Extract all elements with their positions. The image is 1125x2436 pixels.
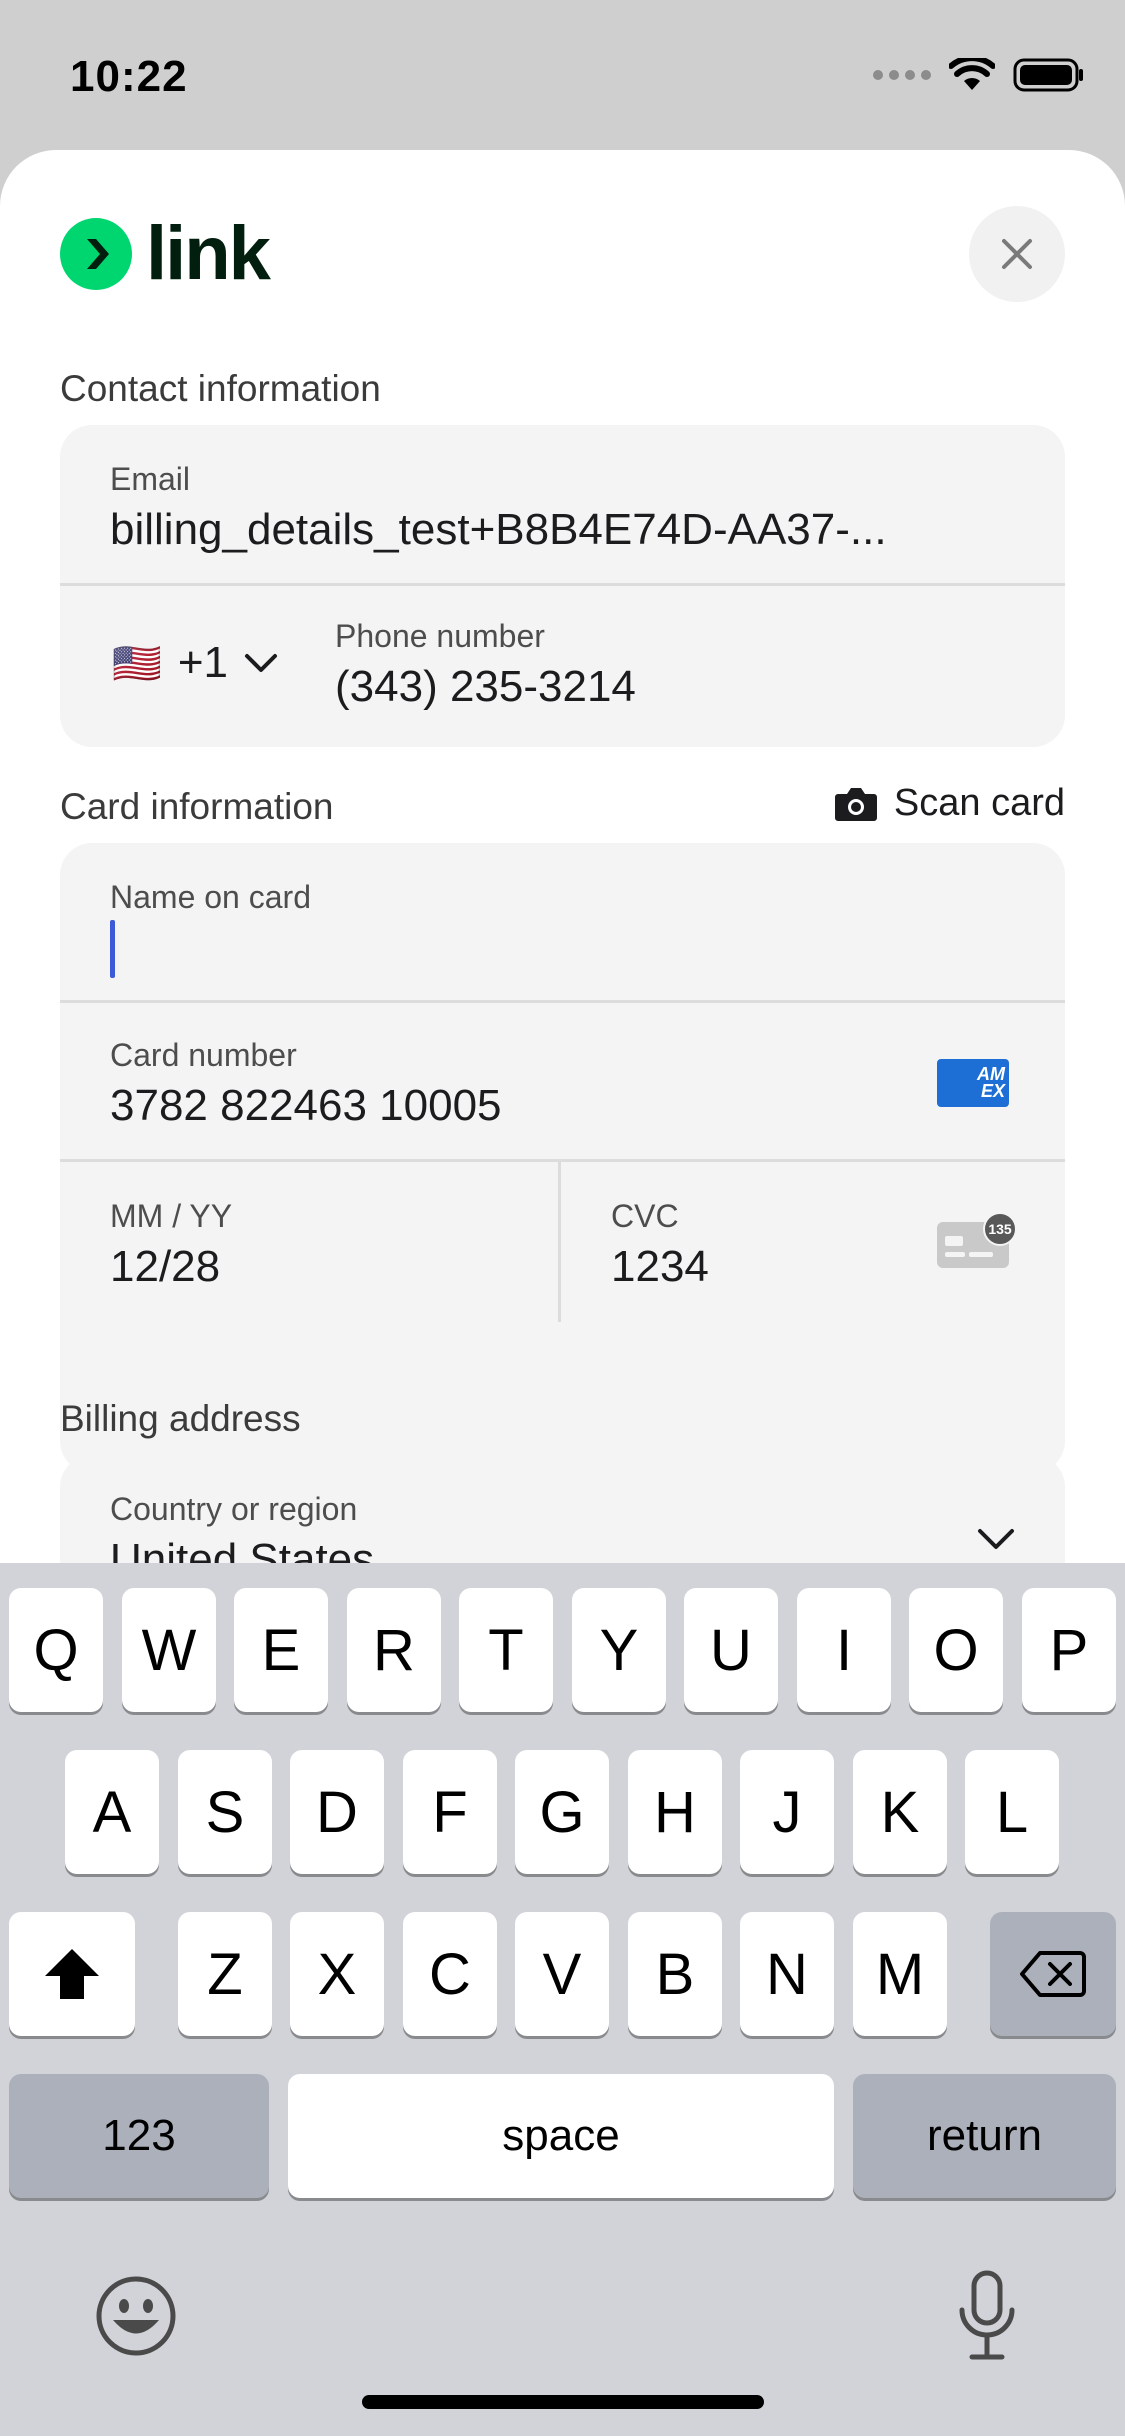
home-indicator: [362, 2395, 764, 2409]
space-key[interactable]: space: [288, 2074, 834, 2198]
phone-number-field[interactable]: Phone number (343) 235-3214: [335, 586, 1065, 747]
cvc-value: 1234: [611, 1242, 709, 1291]
key-f[interactable]: F: [403, 1750, 497, 1874]
billing-group: Country or region United States: [60, 1455, 1065, 1570]
cvc-card-icon: 135: [937, 1212, 1017, 1268]
email-value: billing_details_test+B8B4E74D-AA37-...: [110, 505, 887, 554]
key-a[interactable]: A: [65, 1750, 159, 1874]
key-e[interactable]: E: [234, 1588, 328, 1712]
emoji-icon: [96, 2276, 176, 2356]
cvc-label: CVC: [611, 1198, 679, 1234]
chevron-down-icon: [978, 1529, 1014, 1549]
email-label: Email: [110, 461, 191, 497]
text-cursor: [110, 920, 115, 978]
wifi-icon: [949, 58, 995, 90]
cvc-field[interactable]: CVC 1234 135: [561, 1162, 1065, 1322]
key-n[interactable]: N: [740, 1912, 834, 2036]
card-number-field[interactable]: Card number 3782 822463 10005 AM EX: [60, 1003, 1065, 1162]
card-number-value: 3782 822463 10005: [110, 1081, 502, 1130]
billing-section-title: Billing address: [60, 1398, 301, 1439]
payment-sheet: link Contact information Email billing_d…: [0, 150, 1125, 1570]
link-wordmark: link: [146, 211, 271, 296]
key-b[interactable]: B: [628, 1912, 722, 2036]
card-number-label: Card number: [110, 1037, 297, 1073]
key-m[interactable]: M: [853, 1912, 947, 2036]
key-i[interactable]: I: [797, 1588, 891, 1712]
key-x[interactable]: X: [290, 1912, 384, 2036]
name-on-card-field[interactable]: Name on card: [60, 843, 1065, 1003]
key-u[interactable]: U: [684, 1588, 778, 1712]
key-s[interactable]: S: [178, 1750, 272, 1874]
email-field[interactable]: Email billing_details_test+B8B4E74D-AA37…: [60, 425, 1065, 586]
delete-key[interactable]: [990, 1912, 1116, 2036]
expiry-label: MM / YY: [110, 1198, 233, 1234]
country-code: +1: [177, 638, 228, 687]
expiry-field[interactable]: MM / YY 12/28: [60, 1162, 561, 1322]
close-icon: [1002, 239, 1032, 269]
status-icons: [873, 58, 1085, 92]
phone-label: Phone number: [335, 618, 545, 654]
shift-key[interactable]: [9, 1912, 135, 2036]
key-d[interactable]: D: [290, 1750, 384, 1874]
contact-section-title: Contact information: [60, 368, 381, 409]
expiry-cvc-row: MM / YY 12/28 CVC 1234 135: [60, 1162, 1065, 1322]
backspace-icon: [1020, 1951, 1086, 1997]
card-group: Name on card Card number 3782 822463 100…: [60, 843, 1065, 1473]
key-c[interactable]: C: [403, 1912, 497, 2036]
chevron-down-icon: [244, 654, 277, 672]
battery-icon: [1013, 58, 1083, 92]
country-label: Country or region: [110, 1491, 358, 1527]
key-l[interactable]: L: [965, 1750, 1059, 1874]
key-p[interactable]: P: [1022, 1588, 1116, 1712]
status-bar: 10:22: [0, 0, 1125, 150]
amex-brand-icon: AM EX: [937, 1059, 1009, 1107]
key-j[interactable]: J: [740, 1750, 834, 1874]
key-w[interactable]: W: [122, 1588, 216, 1712]
cvc-badge: 135: [983, 1212, 1017, 1246]
emoji-button[interactable]: [95, 2275, 177, 2362]
scan-card-button[interactable]: Scan card: [834, 782, 1065, 825]
card-section-title: Card information: [60, 786, 334, 827]
key-y[interactable]: Y: [572, 1588, 666, 1712]
country-code-selector[interactable]: 🇺🇸 +1: [112, 638, 278, 688]
camera-icon: [834, 787, 877, 821]
amex-line2: EX: [980, 1081, 1005, 1101]
key-g[interactable]: G: [515, 1750, 609, 1874]
key-v[interactable]: V: [515, 1912, 609, 2036]
cellular-signal-icon: [873, 70, 931, 80]
dictation-button[interactable]: [957, 2270, 1017, 2367]
key-q[interactable]: Q: [9, 1588, 103, 1712]
key-o[interactable]: O: [909, 1588, 1003, 1712]
phone-row: 🇺🇸 +1 Phone number (343) 235-3214: [60, 586, 1065, 747]
keyboard: Q W E R T Y U I O P A S D F G H J K L Z …: [0, 1563, 1125, 2436]
status-time: 10:22: [70, 52, 188, 101]
contact-group: Email billing_details_test+B8B4E74D-AA37…: [60, 425, 1065, 747]
country-select[interactable]: Country or region United States: [60, 1455, 1065, 1570]
key-h[interactable]: H: [628, 1750, 722, 1874]
expiry-value: 12/28: [110, 1242, 221, 1291]
key-r[interactable]: R: [347, 1588, 441, 1712]
link-logo: link: [60, 211, 271, 296]
us-flag-icon: 🇺🇸: [112, 641, 162, 686]
return-key[interactable]: return: [853, 2074, 1116, 2198]
numbers-key[interactable]: 123: [9, 2074, 269, 2198]
close-button[interactable]: [969, 206, 1065, 302]
link-arrow-icon: [60, 218, 132, 290]
phone-value: (343) 235-3214: [335, 662, 636, 711]
key-t[interactable]: T: [459, 1588, 553, 1712]
scan-card-label: Scan card: [893, 782, 1065, 824]
key-k[interactable]: K: [853, 1750, 947, 1874]
microphone-icon: [959, 2270, 1015, 2360]
shift-icon: [45, 1949, 99, 1999]
key-z[interactable]: Z: [178, 1912, 272, 2036]
name-on-card-label: Name on card: [110, 879, 311, 915]
